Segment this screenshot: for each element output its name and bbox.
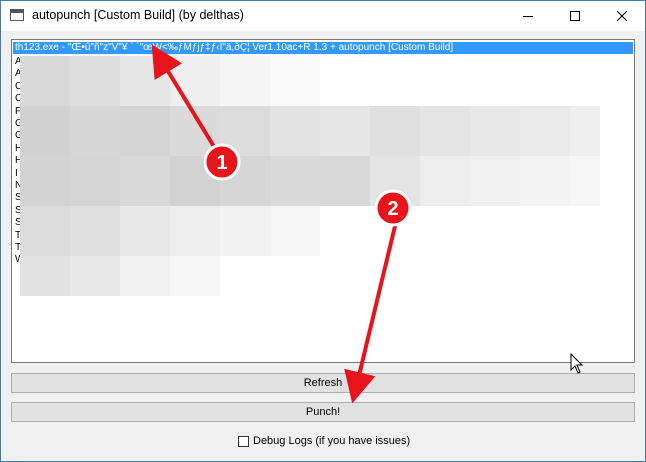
marker-1-label: 1 <box>216 152 227 174</box>
annotation-marker-1: 1 <box>203 143 241 181</box>
annotation-arrow-2 <box>344 221 398 404</box>
marker-2-label: 2 <box>387 198 398 220</box>
annotation-arrow-1 <box>151 44 218 152</box>
annotation-marker-2: 2 <box>374 189 412 227</box>
annotation-overlay: 1 2 <box>151 44 412 404</box>
